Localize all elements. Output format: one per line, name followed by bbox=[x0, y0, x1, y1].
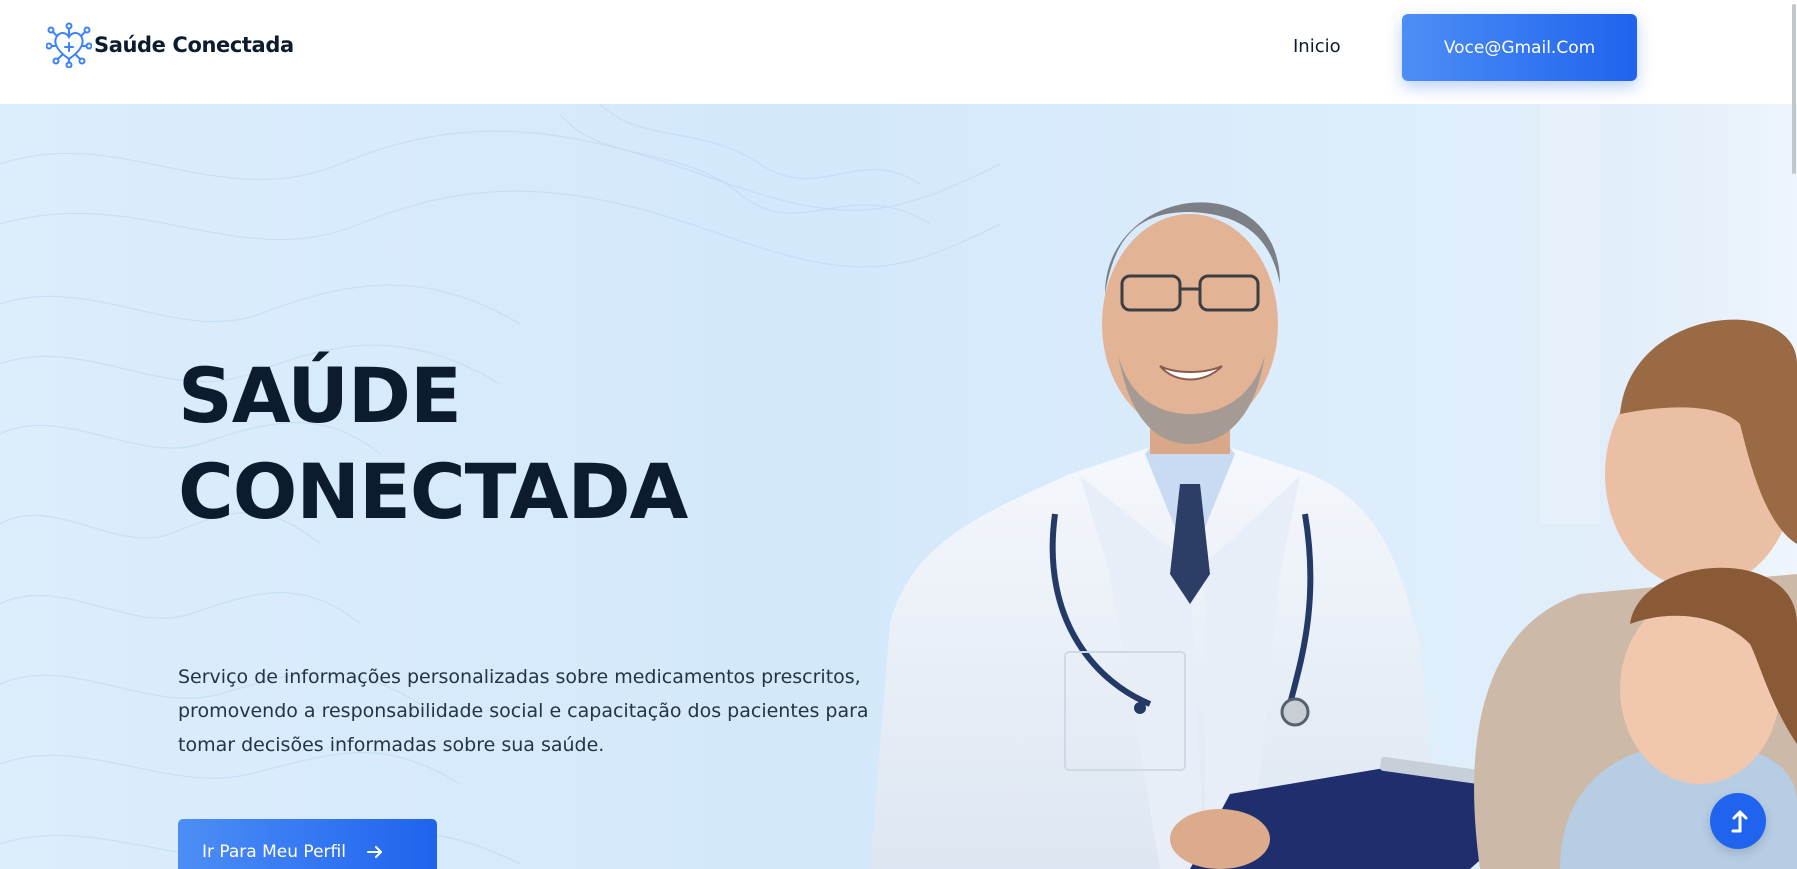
brand-name: Saúde Conectada bbox=[94, 33, 294, 57]
site-header: Saúde Conectada Inicio Voce@Gmail.Com bbox=[0, 0, 1797, 104]
go-to-profile-label: Ir Para Meu Perfil bbox=[202, 842, 346, 862]
hero-description: Serviço de informações personalizadas so… bbox=[178, 666, 869, 756]
arrow-up-icon bbox=[1731, 810, 1748, 833]
hero-title: SAÚDE CONECTADA bbox=[178, 348, 688, 540]
hero-title-line-1: SAÚDE bbox=[178, 351, 462, 440]
page-scrollbar[interactable] bbox=[1791, 0, 1797, 869]
heart-circuit-icon bbox=[46, 22, 92, 68]
go-to-profile-button[interactable]: Ir Para Meu Perfil bbox=[178, 819, 437, 869]
nav-link-inicio[interactable]: Inicio bbox=[1293, 36, 1341, 57]
scroll-to-top-button[interactable] bbox=[1710, 793, 1766, 849]
user-email-button[interactable]: Voce@Gmail.Com bbox=[1402, 14, 1637, 81]
doctor-family-photo bbox=[870, 104, 1797, 869]
brand-logo[interactable]: Saúde Conectada bbox=[46, 22, 294, 68]
hero-title-line-2: CONECTADA bbox=[178, 447, 688, 536]
hero-section: SAÚDE CONECTADA Serviço de informações p… bbox=[0, 104, 1797, 869]
scrollbar-thumb[interactable] bbox=[1792, 4, 1796, 174]
arrow-right-icon bbox=[366, 846, 382, 858]
